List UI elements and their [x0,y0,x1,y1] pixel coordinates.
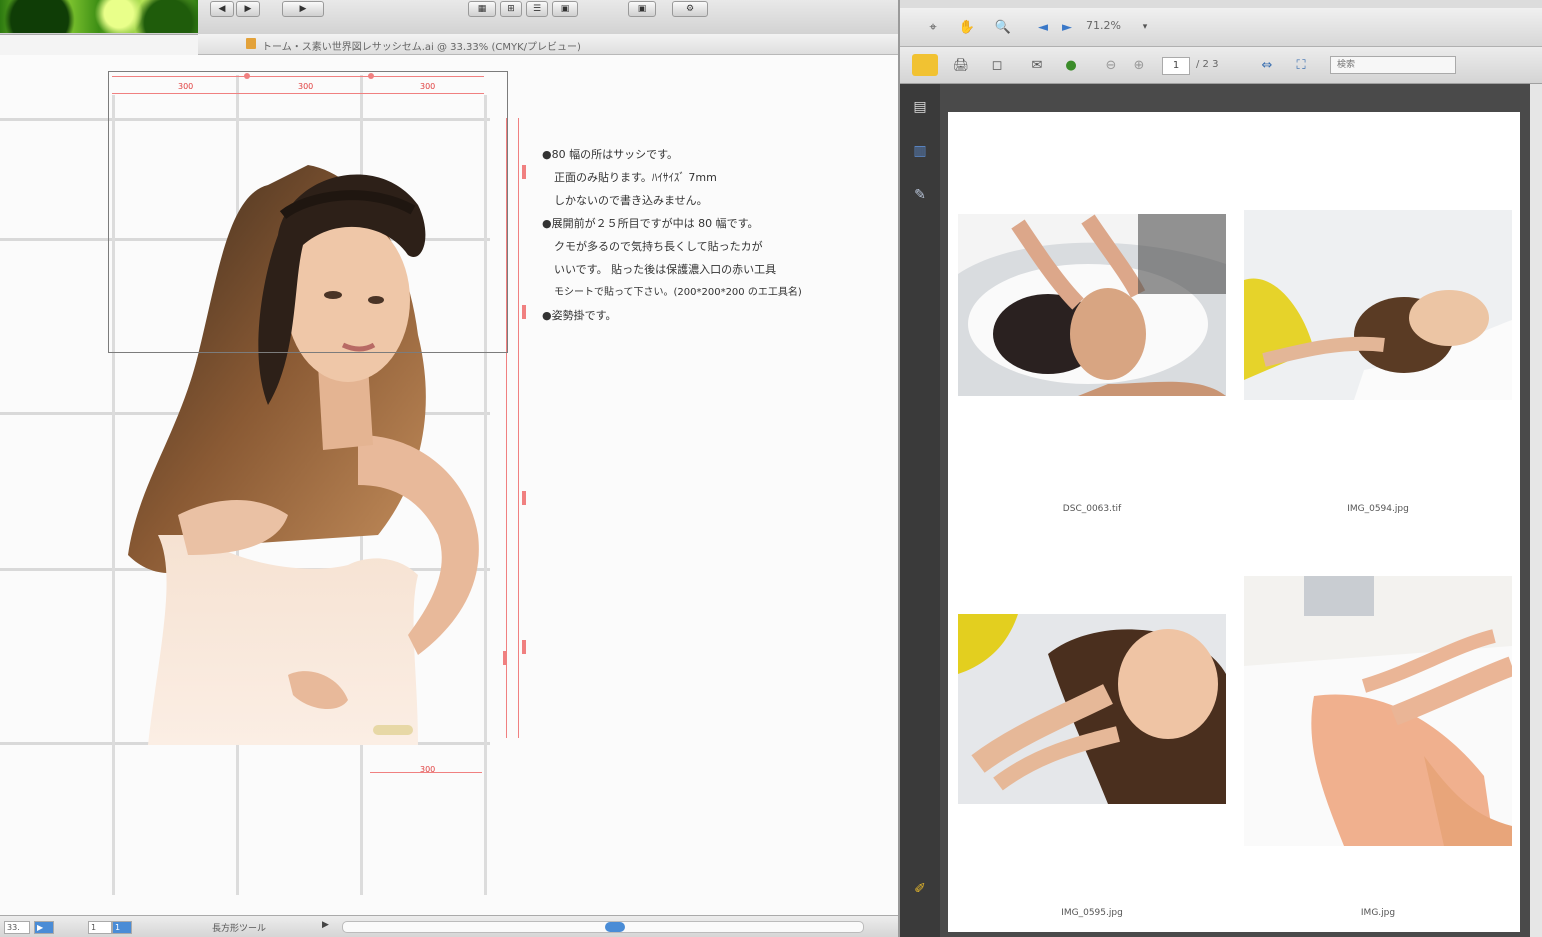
document-title: トーム・ス素い世界図レサッシセム.ai @ 33.33% (CMYK/プレビュー… [262,42,581,53]
nav-button[interactable]: ▶ [282,1,324,17]
acrobat-window: ⌖ ✋ 🔍 ◄ ► 71.2% ▾ 🖨 ◻ ✉ ● ⊖ ⊕ 1 / 2 3 ⇔ … [898,0,1542,937]
dimension-label: 300 [420,765,436,774]
fit-width-icon[interactable]: ⇔ [1256,54,1278,76]
previous-page-icon[interactable]: ⊖ [1100,54,1122,76]
pdf-page: DSC_0063.tif IMG_0594.jpg IMG_0595.jpg I… [948,112,1520,932]
scrollbar-thumb[interactable] [605,922,625,932]
share-icon[interactable]: ● [1060,54,1082,76]
note-line: ●展開前が２５所目ですが中は 80 幅です。 [542,217,759,230]
status-menu-arrow[interactable]: ▶ [322,920,329,930]
view-list-button[interactable]: ☰ [526,1,548,17]
open-folder-icon[interactable] [912,54,938,76]
note-line: モシートで貼って下さい。(200*200*200 のエ工具名) [554,287,802,298]
dimension-line [518,118,519,738]
artboard-frame[interactable] [108,71,508,353]
navigation-sidebar: ▤ ▥ ✎ ✐ [900,84,940,937]
thumbnail-image[interactable] [1244,210,1512,400]
dimension-node [522,640,526,654]
note-line: ●姿勢掛です。 [542,309,617,322]
page-number-input[interactable]: 1 [1162,57,1190,75]
hand-tool-icon[interactable]: ✋ [956,16,978,38]
pages-panel-icon[interactable]: ▤ [910,96,930,118]
document-view[interactable]: DSC_0063.tif IMG_0594.jpg IMG_0595.jpg I… [940,84,1530,937]
horizontal-scrollbar[interactable] [342,921,864,933]
back-button[interactable]: ◀ [210,1,234,17]
print-icon[interactable]: 🖨 [950,54,972,76]
dimension-node [503,651,507,665]
note-line: いいです。 貼った後は保護濃入口の赤い工具 [554,263,777,276]
image-caption: IMG_0594.jpg [1347,504,1409,514]
email-icon[interactable]: ✉ [1022,54,1052,76]
gear-button[interactable]: ⚙ [672,1,708,17]
image-caption: DSC_0063.tif [1062,504,1122,514]
document-icon [246,38,256,49]
tool-status-label: 長方形ツール [212,924,267,934]
save-icon[interactable]: ◻ [986,54,1008,76]
dimension-node [522,305,526,319]
thumbnail-image[interactable] [1244,576,1512,846]
vertical-scrollbar[interactable] [1530,84,1542,937]
zoom-dropdown[interactable]: ▶ [34,921,54,934]
zoom-out-icon[interactable]: ◄ [1032,16,1054,38]
dimension-node [522,491,526,505]
note-line: しかないので書き込みません。 [554,194,708,207]
document-tab[interactable]: トーム・ス素い世界図レサッシセム.ai @ 33.33% (CMYK/プレビュー… [198,34,898,55]
comments-panel-icon[interactable]: ✐ [910,878,930,900]
page-total-label: / 2 3 [1196,59,1219,70]
swatch-preview-image [0,0,198,33]
chevron-down-icon[interactable]: ▾ [1134,16,1156,38]
thumbnail-image[interactable] [958,214,1226,396]
artboard-nav-button[interactable]: 1 [112,921,132,934]
dimension-node [522,165,526,179]
zoom-in-icon[interactable]: ► [1056,16,1078,38]
image-caption: IMG.jpg [1360,908,1396,918]
artboard-canvas[interactable]: 300 300 300 300 ●80 幅の所はサッシです。 正面のみ貼ります。… [0,55,898,915]
fit-page-icon[interactable]: ⛶ [1290,54,1312,76]
illustrator-toolbar: ◀ ▶ ▶ ▦ ⊞ ☰ ▣ ▣ ⚙ [0,0,898,35]
note-line: クモが多るので気持ち長くして貼ったカが [554,240,763,253]
view-grid-button[interactable]: ▦ [468,1,496,17]
find-input[interactable]: 検索 [1330,56,1456,74]
image-caption: IMG_0595.jpg [1061,908,1123,918]
bookmarks-panel-icon[interactable]: ▥ [910,140,930,162]
note-line: ●80 幅の所はサッシです。 [542,148,678,161]
select-tool-icon[interactable]: ⌖ [922,16,944,38]
zoom-tool-icon[interactable]: 🔍 [992,16,1014,38]
zoom-field[interactable]: 33. [4,921,30,934]
next-page-icon[interactable]: ⊕ [1128,54,1150,76]
attachments-panel-icon[interactable]: ✎ [910,184,930,206]
notes-text[interactable]: ●80 幅の所はサッシです。 正面のみ貼ります。ﾊｲｻｲｽﾞ 7mm しかないの… [542,143,892,327]
view-cover-button[interactable]: ▣ [552,1,578,17]
forward-button[interactable]: ▶ [236,1,260,17]
acrobat-toolbar-top: ⌖ ✋ 🔍 ◄ ► 71.2% ▾ [900,8,1542,47]
view-tile-button[interactable]: ⊞ [500,1,522,17]
eye-button[interactable]: ▣ [628,1,656,17]
thumbnail-image[interactable] [958,614,1226,804]
illustrator-window: ◀ ▶ ▶ ▦ ⊞ ☰ ▣ ▣ ⚙ トーム・ス素い世界図レサッシセム.ai @ … [0,0,898,937]
status-bar: 33. ▶ 1 1 長方形ツール ▶ [0,915,898,937]
artboard-field[interactable]: 1 [88,921,112,934]
note-line: 正面のみ貼ります。ﾊｲｻｲｽﾞ 7mm [554,171,717,184]
acrobat-toolbar-bottom: 🖨 ◻ ✉ ● ⊖ ⊕ 1 / 2 3 ⇔ ⛶ 検索 [900,47,1542,84]
